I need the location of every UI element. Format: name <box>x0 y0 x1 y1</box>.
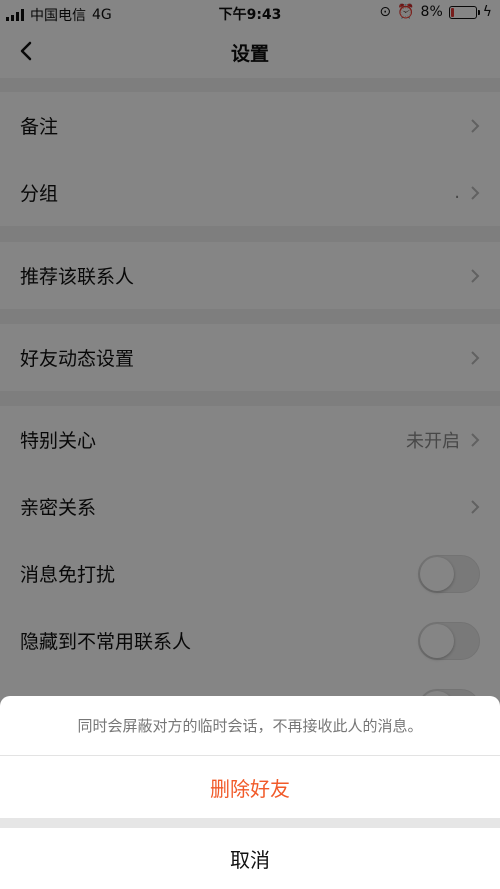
action-sheet-divider <box>0 818 500 828</box>
cancel-button[interactable]: 取消 <box>0 828 500 889</box>
action-sheet: 同时会屏蔽对方的临时会话，不再接收此人的消息。 删除好友 取消 <box>0 696 500 889</box>
delete-friend-button[interactable]: 删除好友 <box>0 756 500 818</box>
action-sheet-message: 同时会屏蔽对方的临时会话，不再接收此人的消息。 <box>0 696 500 756</box>
